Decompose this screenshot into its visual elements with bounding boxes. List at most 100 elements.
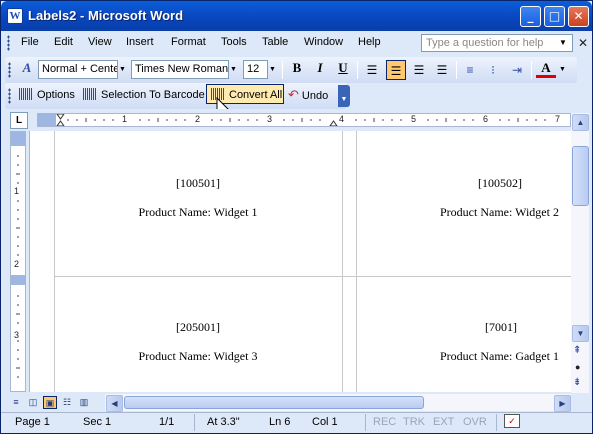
table-gridline: [356, 131, 357, 392]
web-layout-icon[interactable]: ◫: [26, 396, 40, 409]
status-rec[interactable]: REC: [373, 416, 396, 428]
outline-view-icon[interactable]: ☷: [60, 396, 74, 409]
normal-view-icon[interactable]: ≡: [9, 396, 23, 409]
ruler-label: 5: [411, 114, 417, 124]
menu-insert[interactable]: Insert: [126, 36, 154, 48]
undo-icon: ↶: [288, 87, 299, 102]
font-color-button[interactable]: A: [536, 60, 556, 78]
selection-to-barcode-button[interactable]: Selection To Barcode: [83, 88, 205, 101]
ruler-label: 4: [339, 114, 345, 124]
document-page[interactable]: [100501] Product Name: Widget 1 [100502]…: [29, 131, 571, 392]
size-combo[interactable]: 12: [243, 60, 268, 79]
horizontal-scroll-thumb[interactable]: [124, 396, 424, 409]
document-close-icon[interactable]: ✕: [578, 36, 588, 50]
ruler-label: 1: [122, 114, 128, 124]
ruler-label: 6: [483, 114, 489, 124]
toolbar-separator: [282, 61, 283, 79]
font-combo[interactable]: Times New Roman: [131, 60, 229, 79]
style-dropdown-icon[interactable]: ▼: [117, 61, 128, 78]
previous-page-icon[interactable]: ⇞: [573, 345, 581, 356]
label-cell-4[interactable]: [7001] Product Name: Gadget 1: [430, 320, 571, 364]
label-product-name: Product Name: Widget 1: [138, 205, 258, 219]
print-layout-icon[interactable]: ▣: [43, 396, 57, 409]
label-code: [205001]: [176, 320, 220, 334]
status-ovr[interactable]: OVR: [463, 416, 487, 428]
ruler-label: 3: [14, 330, 20, 340]
tab-selector-icon[interactable]: L: [10, 112, 28, 129]
label-cell-2[interactable]: [100502] Product Name: Widget 2: [430, 176, 571, 220]
style-combo[interactable]: Normal + Cente: [38, 60, 118, 79]
menu-window[interactable]: Window: [304, 36, 343, 48]
status-trk[interactable]: TRK: [403, 416, 425, 428]
bullets-icon[interactable]: ⁝: [483, 60, 503, 80]
label-product-name: Product Name: Gadget 1: [440, 349, 559, 363]
numbering-icon[interactable]: ≡: [460, 60, 480, 80]
justify-icon[interactable]: ☰: [432, 60, 452, 80]
ruler-label: 2: [195, 114, 201, 124]
word-icon[interactable]: W: [7, 8, 23, 24]
underline-button[interactable]: U: [333, 60, 353, 80]
font-dropdown-icon[interactable]: ▼: [228, 61, 239, 78]
options-button[interactable]: Options: [19, 88, 75, 101]
scroll-left-icon[interactable]: ◀: [106, 395, 123, 412]
align-right-icon[interactable]: ☰: [409, 60, 429, 80]
convert-all-label: Convert All: [229, 89, 283, 101]
reading-layout-icon[interactable]: ▥: [77, 396, 91, 409]
menu-file[interactable]: File: [21, 36, 39, 48]
menu-help[interactable]: Help: [358, 36, 381, 48]
status-separator: [365, 414, 366, 431]
status-ext[interactable]: EXT: [433, 416, 454, 428]
menu-format[interactable]: Format: [171, 36, 206, 48]
title-bar: W Labels2 - Microsoft Word _ □ ✕: [1, 1, 592, 31]
align-left-icon[interactable]: ☰: [362, 60, 382, 80]
minimize-button[interactable]: _: [520, 6, 541, 27]
styles-pane-icon[interactable]: A: [17, 60, 37, 80]
font-color-dropdown-icon[interactable]: ▼: [557, 61, 568, 78]
ruler-label: 1: [14, 186, 20, 196]
label-code: [7001]: [485, 320, 517, 334]
next-page-icon[interactable]: ⇟: [573, 377, 581, 388]
size-dropdown-icon[interactable]: ▼: [267, 61, 278, 78]
horizontal-ruler[interactable]: 1 2 3 4 5 6 7: [37, 113, 571, 127]
status-line: Ln 6: [269, 416, 291, 428]
close-button[interactable]: ✕: [568, 6, 589, 27]
label-cell-3[interactable]: [205001] Product Name: Widget 3: [54, 320, 342, 364]
menu-view[interactable]: View: [88, 36, 112, 48]
toolbar-grip[interactable]: [8, 62, 11, 78]
status-separator: [496, 414, 497, 431]
toolbar-separator: [531, 61, 532, 79]
label-cell-1[interactable]: [100501] Product Name: Widget 1: [54, 176, 342, 220]
table-gridline: [54, 276, 571, 277]
label-product-name: Product Name: Widget 3: [138, 349, 258, 363]
menu-table[interactable]: Table: [262, 36, 288, 48]
toolbar-options-icon[interactable]: ▼: [338, 85, 350, 107]
window-title: Labels2 - Microsoft Word: [28, 8, 184, 23]
vertical-scroll-thumb[interactable]: [572, 146, 589, 206]
scroll-down-icon[interactable]: ▼: [572, 325, 589, 342]
align-center-icon[interactable]: ☰: [386, 60, 406, 80]
options-label: Options: [37, 89, 75, 101]
undo-button[interactable]: ↶ Undo: [288, 87, 328, 103]
scroll-right-icon[interactable]: ▶: [554, 395, 571, 412]
help-search-input[interactable]: Type a question for help: [421, 34, 573, 52]
toolbar-grip[interactable]: [8, 88, 11, 104]
spelling-status-icon[interactable]: ✓: [504, 414, 520, 428]
menu-grip[interactable]: [7, 35, 10, 51]
help-dropdown-icon[interactable]: ▼: [559, 38, 567, 47]
indent-icon[interactable]: ⇥: [507, 60, 527, 80]
word-window: W Labels2 - Microsoft Word _ □ ✕ File Ed…: [0, 0, 593, 434]
italic-button[interactable]: I: [310, 60, 330, 80]
barcode-icon: [19, 88, 33, 100]
maximize-button[interactable]: □: [544, 6, 565, 27]
menu-tools[interactable]: Tools: [221, 36, 247, 48]
label-product-name: Product Name: Widget 2: [440, 205, 559, 219]
undo-label: Undo: [301, 90, 329, 102]
select-browse-object-icon[interactable]: ●: [575, 362, 580, 372]
menu-edit[interactable]: Edit: [54, 36, 73, 48]
scroll-up-icon[interactable]: ▲: [572, 114, 589, 131]
status-section: Sec 1: [83, 416, 112, 428]
barcode-icon: [83, 88, 97, 100]
vertical-ruler[interactable]: 1 2 3: [10, 131, 26, 392]
ruler-ticks: [56, 114, 546, 126]
bold-button[interactable]: B: [287, 60, 307, 80]
